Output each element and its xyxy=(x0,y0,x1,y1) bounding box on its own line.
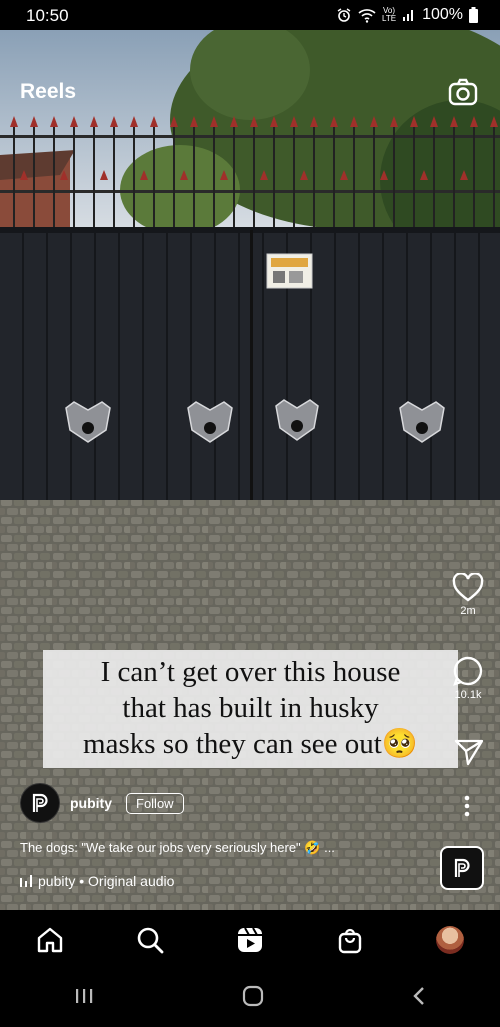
audio-bars-icon xyxy=(20,875,32,887)
pubity-logo-icon xyxy=(32,793,48,812)
reels-title: Reels xyxy=(20,80,77,103)
like-count: 2m xyxy=(460,605,476,617)
home-icon xyxy=(37,927,63,953)
battery-icon xyxy=(469,7,478,23)
video-frame xyxy=(0,30,500,910)
back-button[interactable] xyxy=(412,986,426,1011)
recents-icon xyxy=(76,989,93,1003)
comment-count: 10.1k xyxy=(454,689,482,701)
nav-search[interactable] xyxy=(125,915,175,965)
system-home-button[interactable] xyxy=(242,985,264,1012)
author-avatar[interactable] xyxy=(20,783,60,823)
camera-icon xyxy=(448,78,478,106)
status-time: 10:50 xyxy=(26,6,69,25)
heart-icon xyxy=(452,573,484,602)
audio-info[interactable]: pubity • Original audio xyxy=(20,873,174,889)
bottom-navigation xyxy=(0,910,500,970)
more-button[interactable] xyxy=(464,795,470,817)
comment-icon xyxy=(453,656,483,686)
back-icon xyxy=(413,987,424,1005)
comment-button[interactable]: 10.1k xyxy=(452,655,484,701)
recents-button[interactable] xyxy=(74,987,94,1010)
camera-button[interactable] xyxy=(448,78,478,111)
more-vertical-icon xyxy=(464,795,470,817)
system-navigation xyxy=(0,970,500,1027)
wifi-icon xyxy=(358,9,376,23)
home-pill-icon xyxy=(242,985,264,1007)
author-name[interactable]: pubity xyxy=(70,795,112,811)
like-button[interactable]: 2m xyxy=(452,573,484,617)
author-row: pubity Follow xyxy=(20,783,184,823)
nav-home[interactable] xyxy=(25,915,75,965)
post-description[interactable]: The dogs: "We take our jobs very serious… xyxy=(20,840,335,856)
share-button[interactable] xyxy=(454,738,484,766)
profile-avatar xyxy=(436,926,464,954)
audio-label: pubity • Original audio xyxy=(38,873,175,889)
network-bottom: LTE xyxy=(382,14,397,23)
audio-thumbnail[interactable] xyxy=(440,846,484,890)
battery-level: 100% xyxy=(422,6,463,23)
signal-icon xyxy=(403,10,414,21)
send-icon xyxy=(454,739,484,766)
network-type: Vo) LTE xyxy=(382,7,396,23)
nav-shop[interactable] xyxy=(325,915,375,965)
shop-bag-icon xyxy=(338,928,362,954)
follow-button[interactable]: Follow xyxy=(126,792,184,814)
status-icons: Vo) LTE 100% xyxy=(336,6,478,24)
caption-line: that has built in husky xyxy=(122,692,379,724)
caption-line: masks so they can see out🥺 xyxy=(83,728,418,760)
nav-reels[interactable] xyxy=(225,915,275,965)
nav-profile[interactable] xyxy=(425,915,475,965)
caption-line: I can’t get over this house xyxy=(100,656,401,688)
pubity-logo-icon xyxy=(454,858,470,877)
alarm-icon xyxy=(337,8,351,22)
video-caption: I can’t get over this house that has bui… xyxy=(43,650,458,768)
reels-icon xyxy=(238,927,262,952)
reel-video[interactable]: Reels I can’t get over this house that h… xyxy=(0,30,500,910)
status-bar: 10:50 Vo) LTE 100% xyxy=(0,0,500,30)
search-icon xyxy=(137,927,164,954)
